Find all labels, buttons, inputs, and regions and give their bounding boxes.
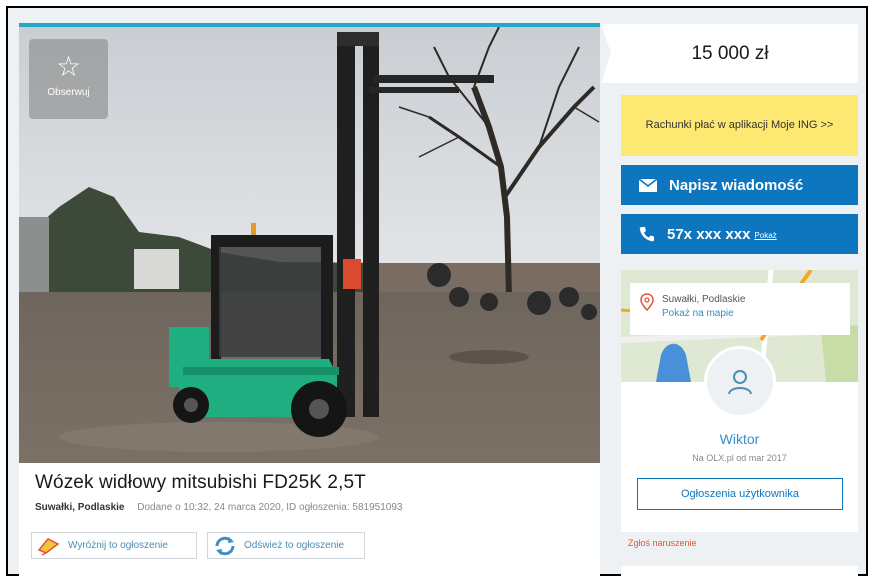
follow-label: Obserwuj: [47, 87, 90, 98]
listing-details: Dodane o 10:32, 24 marca 2020, ID ogłosz…: [137, 502, 403, 513]
send-message-button[interactable]: Napisz wiadomość: [621, 165, 858, 205]
listing-meta: Suwałki, Podlaskie Dodane o 10:32, 24 ma…: [35, 502, 402, 513]
map-city: Suwałki, Podlaskie: [662, 294, 746, 305]
promote-icon: [37, 537, 60, 556]
seller-since: Na OLX.pl od mar 2017: [692, 453, 787, 463]
promote-label: Wyróżnij to ogłoszenie: [68, 540, 168, 551]
seller-card: Suwałki, Podlaskie Pokaż na mapie Wiktor…: [621, 270, 858, 532]
refresh-button[interactable]: Odśwież to ogłoszenie: [207, 532, 365, 559]
map-location-pill: Suwałki, Podlaskie Pokaż na mapie: [630, 283, 850, 335]
user-ads-button[interactable]: Ogłoszenia użytkownika: [637, 478, 843, 510]
refresh-label: Odśwież to ogłoszenie: [244, 540, 345, 551]
follow-button[interactable]: ☆ Obserwuj: [29, 39, 108, 119]
listing-panel: ☆ Obserwuj Wózek widłowy mitsubishi FD25…: [19, 23, 600, 578]
user-icon: [728, 370, 752, 395]
send-message-label: Napisz wiadomość: [669, 176, 804, 194]
bottom-card: [621, 566, 858, 578]
listing-location[interactable]: Suwałki, Podlaskie: [35, 502, 124, 513]
phone-icon: [639, 226, 655, 242]
bank-banner[interactable]: Rachunki płać w aplikacji Moje ING >>: [621, 95, 858, 156]
promote-button[interactable]: Wyróżnij to ogłoszenie: [31, 532, 197, 559]
refresh-icon: [215, 536, 235, 555]
phone-button[interactable]: 57x xxx xxx Pokaż: [621, 214, 858, 254]
price-box: 15 000 zł: [601, 24, 858, 83]
report-link[interactable]: Zgłoś naruszenie: [628, 538, 697, 548]
star-icon: ☆: [55, 50, 82, 83]
price: 15 000 zł: [691, 42, 769, 64]
pin-icon: [640, 293, 654, 311]
show-phone-link[interactable]: Pokaż: [754, 231, 776, 240]
show-on-map-link[interactable]: Pokaż na mapie: [662, 307, 745, 321]
envelope-icon: [639, 178, 657, 192]
avatar[interactable]: [704, 346, 776, 418]
phone-number: 57x xxx xxx: [667, 225, 751, 243]
seller-name[interactable]: Wiktor: [621, 431, 858, 447]
listing-photo[interactable]: ☆ Obserwuj: [19, 23, 600, 463]
listing-title: Wózek widłowy mitsubishi FD25K 2,5T: [35, 472, 366, 493]
